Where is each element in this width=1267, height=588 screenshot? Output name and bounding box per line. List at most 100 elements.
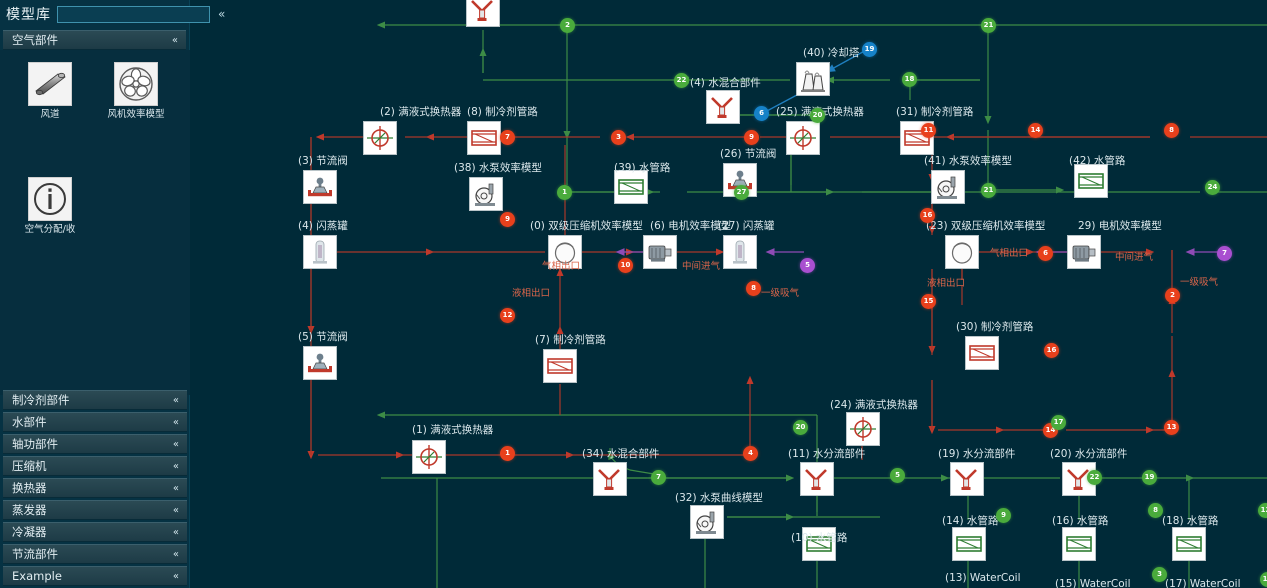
- diagram-node-n16[interactable]: [1062, 527, 1096, 561]
- connection-port[interactable]: 16: [920, 208, 935, 223]
- diagram-node-n14[interactable]: [952, 527, 986, 561]
- sidebar-category-3[interactable]: 压缩机 «: [3, 456, 187, 476]
- connection-port[interactable]: 3: [1152, 567, 1167, 582]
- splitter-icon: [468, 0, 498, 25]
- connection-port[interactable]: 15: [921, 294, 936, 309]
- diagram-node-n44[interactable]: [466, 0, 500, 27]
- pipe-red-icon: [545, 351, 575, 381]
- connection-port[interactable]: 21: [981, 183, 996, 198]
- section-header-air-components[interactable]: 空气部件 «: [3, 30, 186, 50]
- diagram-node-n8[interactable]: [467, 121, 501, 155]
- connection-port[interactable]: 19: [1142, 470, 1157, 485]
- sidebar-category-1[interactable]: 水部件 «: [3, 412, 187, 432]
- connection-port[interactable]: 4: [743, 446, 758, 461]
- diagram-node-n5[interactable]: [303, 346, 337, 380]
- connection-port[interactable]: 13: [1164, 420, 1179, 435]
- connection-port[interactable]: 19: [862, 42, 877, 57]
- palette-label: 风机效率模型: [107, 109, 165, 120]
- diagram-node-n30[interactable]: [965, 336, 999, 370]
- connection-port[interactable]: 17: [1051, 415, 1066, 430]
- diagram-node-n4[interactable]: [706, 90, 740, 124]
- connection-port[interactable]: 22: [1087, 470, 1102, 485]
- sidebar-category-4[interactable]: 换热器 «: [3, 478, 187, 498]
- connection-port[interactable]: 9: [500, 212, 515, 227]
- pipe-green-icon: [616, 172, 646, 202]
- diagram-node-n7[interactable]: [543, 349, 577, 383]
- diagram-node-n2[interactable]: [363, 121, 397, 155]
- diagram-node-n1[interactable]: [412, 440, 446, 474]
- diagram-node-n38[interactable]: [469, 177, 503, 211]
- diagram-node-n25[interactable]: [786, 121, 820, 155]
- chevron-down-icon: «: [172, 416, 179, 428]
- connection-port[interactable]: 20: [810, 108, 825, 123]
- diagram-node-n24[interactable]: [846, 412, 880, 446]
- sidebar-category-2[interactable]: 轴功部件 «: [3, 434, 187, 454]
- diagram-node-n41[interactable]: [931, 170, 965, 204]
- connection-port[interactable]: 6: [1038, 246, 1053, 261]
- palette-item-fan[interactable]: 风机效率模型: [100, 62, 172, 121]
- connection-port[interactable]: 8: [1148, 503, 1163, 518]
- connection-port[interactable]: 14: [1028, 123, 1043, 138]
- connection-port[interactable]: 8: [746, 281, 761, 296]
- connection-port[interactable]: 7: [651, 470, 666, 485]
- diagram-node-n34[interactable]: [593, 462, 627, 496]
- diagram-node-n0[interactable]: [548, 235, 582, 269]
- connection-port[interactable]: 12: [500, 308, 515, 323]
- connection-port[interactable]: 22: [674, 73, 689, 88]
- diagram-node-n29[interactable]: [1067, 235, 1101, 269]
- palette-item-air-distribution[interactable]: 空气分配/收: [14, 177, 86, 236]
- connection-port[interactable]: 5: [800, 258, 815, 273]
- sidebar-category-5[interactable]: 蒸发器 «: [3, 500, 187, 520]
- connection-port[interactable]: 7: [500, 130, 515, 145]
- connection-port[interactable]: 8: [1164, 123, 1179, 138]
- diagram-node-n11[interactable]: [800, 462, 834, 496]
- palette-item-duct[interactable]: 风道: [14, 62, 86, 121]
- connection-port[interactable]: 18: [902, 72, 917, 87]
- diagram-node-n10[interactable]: [802, 527, 836, 561]
- diagram-node-n4b[interactable]: [303, 235, 337, 269]
- connection-port[interactable]: 9: [744, 130, 759, 145]
- sidebar-category-8[interactable]: Example «: [3, 566, 187, 586]
- diagram-node-n42[interactable]: [1074, 164, 1108, 198]
- category-label: Example: [12, 569, 62, 583]
- connection-port[interactable]: 9: [996, 508, 1011, 523]
- fan-icon: [114, 62, 158, 106]
- connection-port[interactable]: 11: [921, 123, 936, 138]
- collapse-sidebar-icon[interactable]: «: [216, 7, 227, 21]
- diagram-node-n23[interactable]: [945, 235, 979, 269]
- category-label: 节流部件: [12, 547, 58, 561]
- diagram-node-n3[interactable]: [303, 170, 337, 204]
- sidebar-category-0[interactable]: 制冷剂部件 «: [3, 390, 187, 410]
- connection-port[interactable]: 2: [1165, 288, 1180, 303]
- connection-port[interactable]: 24: [1205, 180, 1220, 195]
- motor-icon: [1069, 237, 1099, 267]
- connection-port[interactable]: 27: [734, 185, 749, 200]
- connection-port[interactable]: 1: [500, 446, 515, 461]
- diagram-node-n18[interactable]: [1172, 527, 1206, 561]
- compressor-icon: [550, 237, 580, 267]
- connection-port[interactable]: 21: [981, 18, 996, 33]
- connection-port[interactable]: 12: [1258, 503, 1267, 518]
- palette-label: 空气分配/收: [24, 224, 76, 235]
- diagram-node-n6[interactable]: [643, 235, 677, 269]
- connection-port[interactable]: 16: [1044, 343, 1059, 358]
- connection-port[interactable]: 3: [611, 130, 626, 145]
- connection-port[interactable]: 5: [890, 468, 905, 483]
- hx-icon: [414, 442, 444, 472]
- connection-port[interactable]: 1: [557, 185, 572, 200]
- connection-port[interactable]: 6: [754, 106, 769, 121]
- sidebar-category-6[interactable]: 冷凝器 «: [3, 522, 187, 542]
- diagram-node-n40[interactable]: [796, 62, 830, 96]
- diagram-node-n39[interactable]: [614, 170, 648, 204]
- diagram-canvas[interactable]: (44) 水分流部件 (40) 冷却塔 (4) 水混合部件 (2) 满液式换热器…: [190, 0, 1267, 588]
- connection-port[interactable]: 7: [1217, 246, 1232, 261]
- flash-tank-icon: [725, 237, 755, 267]
- diagram-node-n32[interactable]: [690, 505, 724, 539]
- connection-port[interactable]: 2: [560, 18, 575, 33]
- connection-port[interactable]: 10: [618, 258, 633, 273]
- diagram-node-n19[interactable]: [950, 462, 984, 496]
- sidebar-category-7[interactable]: 节流部件 «: [3, 544, 187, 564]
- connection-port[interactable]: 20: [793, 420, 808, 435]
- diagram-node-n27[interactable]: [723, 235, 757, 269]
- search-input[interactable]: [57, 5, 210, 23]
